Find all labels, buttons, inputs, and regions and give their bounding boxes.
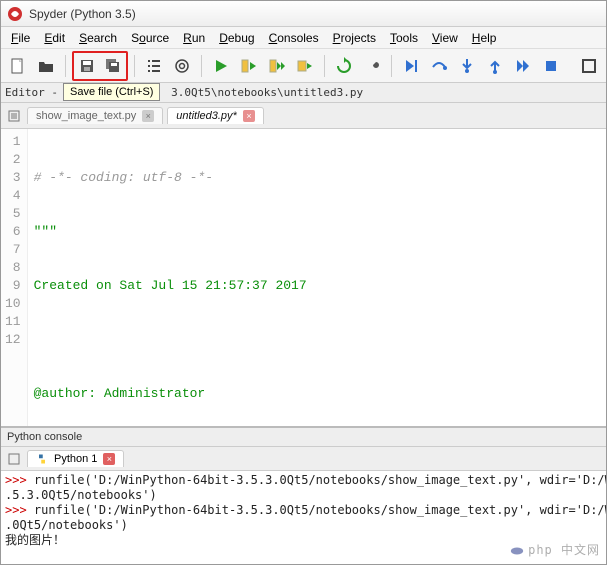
- run-cell-button[interactable]: [236, 53, 262, 79]
- console-panel: Python console Python 1 × >>> runfile('D…: [1, 426, 606, 564]
- line-gutter: 1 2 3 4 5 6 7 8 9 10 11 12: [1, 129, 28, 426]
- window-title: Spyder (Python 3.5): [29, 7, 136, 21]
- code-editor[interactable]: 1 2 3 4 5 6 7 8 9 10 11 12 # -*- coding:…: [1, 129, 606, 426]
- console-tab-row: Python 1 ×: [1, 447, 606, 471]
- debug-stepover-button[interactable]: [426, 53, 452, 79]
- toolbar-separator: [391, 55, 392, 77]
- console-title: Python console: [1, 428, 606, 447]
- step-out-icon: [486, 57, 504, 75]
- restart-button[interactable]: [331, 53, 357, 79]
- toolbar-separator: [65, 55, 66, 77]
- menu-help[interactable]: Help: [466, 29, 503, 47]
- debug-continue-button[interactable]: [510, 53, 536, 79]
- console-body[interactable]: >>> runfile('D:/WinPython-64bit-3.5.3.0Q…: [1, 471, 606, 564]
- new-file-icon: [9, 57, 27, 75]
- spyder-icon: [7, 6, 23, 22]
- debug-step-button[interactable]: [398, 53, 424, 79]
- console-tab-list-button[interactable]: [5, 450, 23, 468]
- run-cell-icon: [240, 57, 258, 75]
- save-button[interactable]: [74, 53, 100, 79]
- menu-view[interactable]: View: [426, 29, 464, 47]
- step-over-icon: [430, 57, 448, 75]
- debug-stepout-button[interactable]: [482, 53, 508, 79]
- close-icon[interactable]: ×: [243, 110, 255, 122]
- at-icon: [173, 57, 191, 75]
- tab-untitled3[interactable]: untitled3.py* ×: [167, 107, 264, 124]
- run-button[interactable]: [208, 53, 234, 79]
- menu-search[interactable]: Search: [73, 29, 123, 47]
- code-body[interactable]: # -*- coding: utf-8 -*- """ Created on S…: [28, 129, 606, 426]
- menu-consoles[interactable]: Consoles: [263, 29, 325, 47]
- run-cell-advance-button[interactable]: [264, 53, 290, 79]
- tab-label: untitled3.py*: [176, 110, 237, 122]
- wrench-icon: [363, 57, 381, 75]
- debug-stop-button[interactable]: [538, 53, 564, 79]
- menu-source[interactable]: Source: [125, 29, 175, 47]
- list-button[interactable]: [141, 53, 167, 79]
- toolbar-separator: [134, 55, 135, 77]
- close-icon[interactable]: ×: [142, 110, 154, 122]
- menu-debug[interactable]: Debug: [213, 29, 260, 47]
- save-icon: [78, 57, 96, 75]
- tab-label: show_image_text.py: [36, 110, 136, 122]
- play-icon: [212, 57, 230, 75]
- tab-list-icon: [7, 109, 21, 123]
- menu-file[interactable]: File: [5, 29, 36, 47]
- run-selection-icon: [296, 57, 314, 75]
- debug-stepin-button[interactable]: [454, 53, 480, 79]
- save-all-button[interactable]: [100, 53, 126, 79]
- maximize-panel-button[interactable]: [576, 53, 602, 79]
- open-file-button[interactable]: [33, 53, 59, 79]
- menu-tools[interactable]: Tools: [384, 29, 424, 47]
- toolbar: Save file (Ctrl+S): [1, 49, 606, 83]
- settings-button[interactable]: [359, 53, 385, 79]
- step-in-icon: [458, 57, 476, 75]
- save-all-icon: [104, 57, 122, 75]
- stop-icon: [542, 57, 560, 75]
- save-tooltip: Save file (Ctrl+S): [63, 83, 160, 101]
- debug-play-icon: [402, 57, 420, 75]
- toolbar-separator: [324, 55, 325, 77]
- restart-icon: [335, 57, 353, 75]
- run-cell-advance-icon: [268, 57, 286, 75]
- editor-area: show_image_text.py × untitled3.py* × 1 2…: [1, 103, 606, 426]
- window-title-bar: Spyder (Python 3.5): [1, 1, 606, 27]
- maximize-icon: [580, 57, 598, 75]
- new-file-button[interactable]: [5, 53, 31, 79]
- list-icon: [145, 57, 163, 75]
- save-highlight-box: [72, 51, 128, 81]
- editor-tab-row: show_image_text.py × untitled3.py* ×: [1, 103, 606, 129]
- menu-projects[interactable]: Projects: [327, 29, 382, 47]
- editor-path: 3.0Qt5\notebooks\untitled3.py: [171, 86, 363, 99]
- close-icon[interactable]: ×: [103, 453, 115, 465]
- toolbar-separator: [201, 55, 202, 77]
- tab-list-icon: [7, 452, 21, 466]
- menu-bar: File Edit Search Source Run Debug Consol…: [1, 27, 606, 49]
- continue-icon: [514, 57, 532, 75]
- tab-list-button[interactable]: [5, 107, 23, 125]
- console-tab-python1[interactable]: Python 1 ×: [27, 450, 124, 467]
- at-button[interactable]: [169, 53, 195, 79]
- console-tab-label: Python 1: [54, 453, 97, 465]
- run-selection-button[interactable]: [292, 53, 318, 79]
- menu-run[interactable]: Run: [177, 29, 211, 47]
- menu-edit[interactable]: Edit: [38, 29, 71, 47]
- python-icon: [36, 453, 48, 465]
- tab-show-image-text[interactable]: show_image_text.py ×: [27, 107, 163, 124]
- open-folder-icon: [37, 57, 55, 75]
